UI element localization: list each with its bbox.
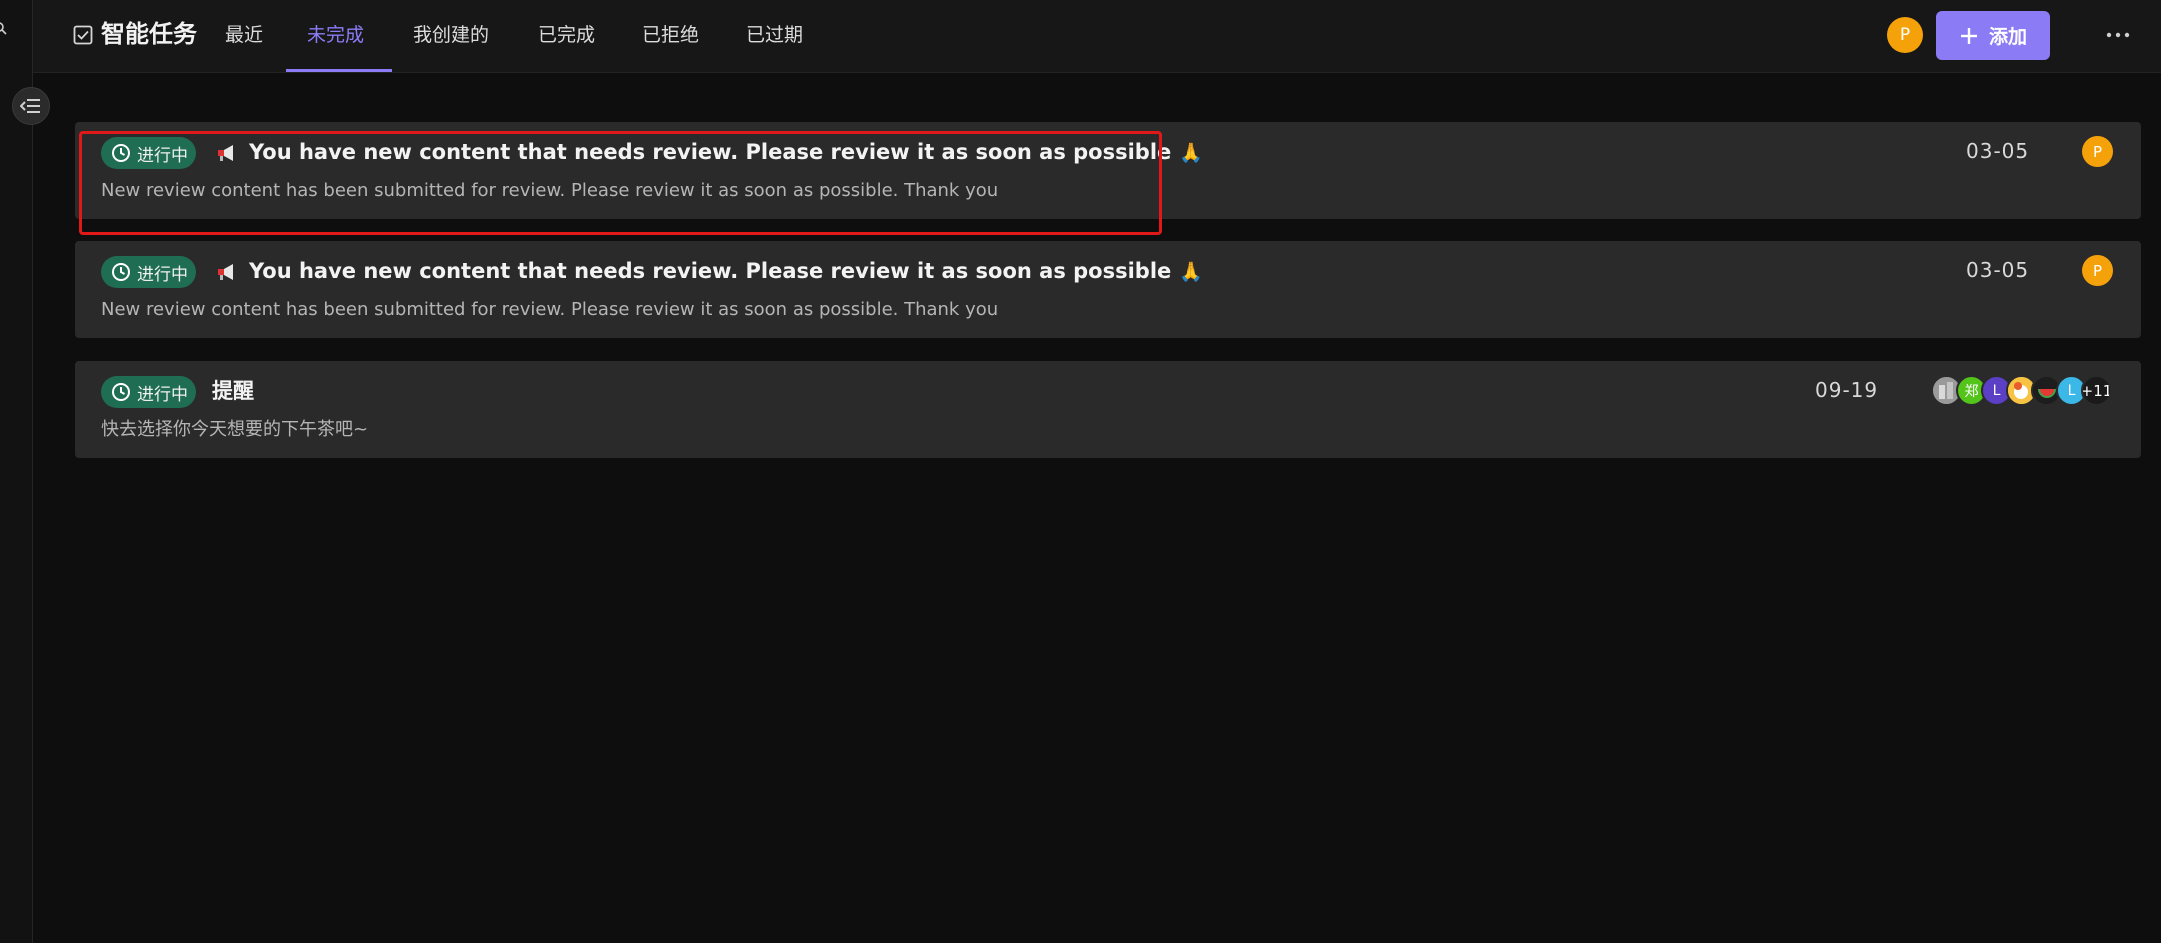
pray-emoji-icon: 🙏 — [1179, 142, 1203, 164]
tab-recent[interactable]: 最近 — [225, 22, 263, 48]
clock-icon — [112, 263, 130, 281]
task-description: 快去选择你今天想要的下午茶吧~ — [101, 419, 369, 440]
task-description: New review content has been submitted fo… — [101, 299, 999, 320]
add-button-label: 添加 — [1988, 26, 2027, 48]
more-assignees-count[interactable]: +11 — [2081, 375, 2112, 406]
megaphone-icon — [218, 264, 233, 280]
task-date: 03-05 — [1966, 139, 2030, 163]
assignee-avatar[interactable]: P — [2082, 136, 2113, 167]
task-title-text: You have new content that needs review. … — [249, 259, 1172, 283]
left-sidebar-strip — [0, 0, 33, 943]
status-label: 进行中 — [137, 384, 188, 405]
tab-expired[interactable]: 已过期 — [746, 22, 803, 48]
tab-created-by-me[interactable]: 我创建的 — [413, 22, 489, 48]
active-tab-indicator — [286, 69, 392, 72]
task-date: 09-19 — [1815, 378, 1879, 402]
collapse-menu-icon — [20, 99, 40, 113]
task-card[interactable]: 进行中 You have new content that needs revi… — [75, 122, 2141, 219]
task-card[interactable]: 进行中 提醒 快去选择你今天想要的下午茶吧~ 09-19 郑 L L +11 — [75, 361, 2141, 458]
clock-icon — [112, 144, 130, 162]
task-date: 03-05 — [1966, 258, 2030, 282]
tab-incomplete[interactable]: 未完成 — [307, 22, 364, 48]
status-badge: 进行中 — [101, 137, 196, 169]
more-options-button[interactable] — [2101, 22, 2135, 48]
tab-completed[interactable]: 已完成 — [538, 22, 595, 48]
megaphone-icon — [218, 145, 233, 161]
pray-emoji-icon: 🙏 — [1179, 261, 1203, 283]
status-badge: 进行中 — [101, 376, 196, 408]
search-icon[interactable] — [0, 22, 8, 36]
task-title: You have new content that needs review. … — [249, 255, 1203, 288]
plus-icon — [1960, 27, 1977, 44]
task-title: 提醒 — [212, 379, 254, 403]
checkbox-icon — [73, 25, 93, 45]
status-badge: 进行中 — [101, 256, 196, 288]
tab-rejected[interactable]: 已拒绝 — [642, 22, 699, 48]
clock-icon — [112, 383, 130, 401]
collapse-sidebar-button[interactable] — [12, 87, 50, 125]
top-bar: 智能任务 最近 未完成 我创建的 已完成 已拒绝 已过期 — [33, 0, 2161, 73]
task-title: You have new content that needs review. … — [249, 136, 1203, 169]
user-avatar[interactable]: P — [1887, 17, 1923, 53]
task-description: New review content has been submitted fo… — [101, 180, 999, 201]
status-label: 进行中 — [137, 264, 188, 285]
status-label: 进行中 — [137, 145, 188, 166]
task-card[interactable]: 进行中 You have new content that needs revi… — [75, 241, 2141, 338]
add-button[interactable]: 添加 — [1936, 11, 2050, 60]
task-title-text: You have new content that needs review. … — [249, 140, 1172, 164]
assignee-avatar[interactable]: P — [2082, 255, 2113, 286]
page-title: 智能任务 — [101, 20, 197, 48]
more-horizontal-icon — [2106, 32, 2130, 38]
